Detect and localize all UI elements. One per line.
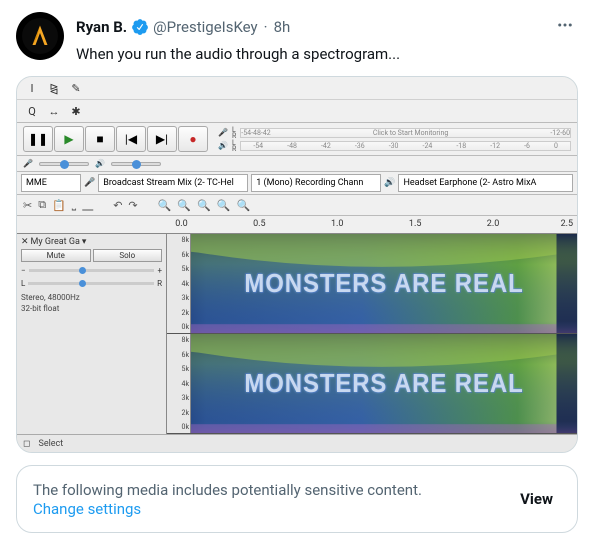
tweet-container: Ryan B. @PrestigeIsKey · 8h When you run… xyxy=(0,0,594,545)
track-bitdepth-label: 32-bit float xyxy=(21,303,162,314)
mic-icon[interactable]: 🎤 xyxy=(218,128,228,137)
paste-icon[interactable]: 📋 xyxy=(52,199,66,212)
zoom-fit-icon[interactable]: 🔍 xyxy=(217,199,231,212)
envelope-tool-icon[interactable]: ⧎ xyxy=(45,80,63,96)
speaker-icon-2: 🔊 xyxy=(95,159,105,168)
status-bar: ◻ Select xyxy=(17,434,577,452)
skip-end-button[interactable]: ▶| xyxy=(147,126,177,152)
zoom-tool-icon[interactable]: Q xyxy=(23,103,41,119)
display-name[interactable]: Ryan B. xyxy=(76,18,127,36)
track-menu-icon[interactable]: ▾ xyxy=(82,237,87,247)
track-name[interactable]: My Great Ga xyxy=(31,237,80,247)
handle[interactable]: @PrestigeIsKey xyxy=(153,18,258,36)
record-button[interactable]: ● xyxy=(178,126,208,152)
track-area: ✕ My Great Ga ▾ Mute Solo − + L xyxy=(17,234,577,434)
play-button[interactable]: ▶ xyxy=(54,126,84,152)
transport-toolbar: ❚❚ ▶ ■ |◀ ▶| ● 🎤 L R -54-48-42 Click to … xyxy=(17,123,577,156)
change-settings-link[interactable]: Change settings xyxy=(33,500,422,518)
close-track-icon[interactable]: ✕ xyxy=(21,237,29,247)
track-format-label: Stereo, 48000Hz xyxy=(21,292,162,303)
recording-device-dropdown[interactable]: Broadcast Stream Mix (2- TC-Hel xyxy=(98,174,248,192)
edit-toolbar: ✂ ⧉ 📋 ⎵ ⎽ ↶ ↷ 🔍 🔍 🔍 🔍 🔍 xyxy=(17,195,577,216)
spectrogram-right-channel[interactable]: 8k6k5k4k3k2k0k MONSTERS ARE REAL xyxy=(167,334,577,434)
tweet-header: Ryan B. @PrestigeIsKey · 8h When you run… xyxy=(16,12,578,64)
recording-meter[interactable]: -54-48-42 Click to Start Monitoring -12-… xyxy=(240,128,571,138)
playback-volume-slider[interactable] xyxy=(111,162,161,166)
header-main: Ryan B. @PrestigeIsKey · 8h When you run… xyxy=(76,12,578,64)
timestamp[interactable]: 8h xyxy=(274,18,291,36)
selection-tool-icon[interactable]: I xyxy=(23,80,41,96)
zoom-out-icon[interactable]: 🔍 xyxy=(177,199,191,212)
zoom-in-icon[interactable]: 🔍 xyxy=(158,199,172,212)
avatar[interactable] xyxy=(16,12,64,60)
track-control-panel[interactable]: ✕ My Great Ga ▾ Mute Solo − + L xyxy=(17,234,167,434)
audio-host-dropdown[interactable]: MME xyxy=(21,174,81,192)
speaker-icon[interactable]: 🔊 xyxy=(218,141,228,150)
snap-checkbox[interactable]: ◻ xyxy=(23,439,30,449)
draw-tool-icon[interactable]: ✎ xyxy=(67,80,85,96)
playback-meter[interactable]: -54-48-42-36-30-24-18-12-60 xyxy=(240,141,571,151)
mic-icon-3: 🎤 xyxy=(84,178,95,188)
lr-label-2: L R xyxy=(232,140,236,152)
verified-badge-icon xyxy=(131,18,149,36)
zoom-toggle-icon[interactable]: 🔍 xyxy=(236,199,250,212)
audacity-window: I ⧎ ✎ Q ↔ ✱ ❚❚ ▶ ■ |◀ ▶| ● xyxy=(17,77,577,452)
cut-icon[interactable]: ✂ xyxy=(23,199,32,212)
transport-controls: ❚❚ ▶ ■ |◀ ▶| ● xyxy=(23,126,208,152)
zoom-selection-icon[interactable]: 🔍 xyxy=(197,199,211,212)
pause-button[interactable]: ❚❚ xyxy=(23,126,53,152)
mixer-toolbar: 🎤 🔊 xyxy=(17,156,577,172)
frequency-scale-left: 8k6k5k4k3k2k0k xyxy=(167,234,191,333)
recording-volume-slider[interactable] xyxy=(39,162,89,166)
sensitive-content-warning: The following media includes potentially… xyxy=(16,465,578,533)
frequency-scale-right: 8k6k5k4k3k2k0k xyxy=(167,334,191,433)
device-toolbar: MME 🎤 Broadcast Stream Mix (2- TC-Hel 1 … xyxy=(17,172,577,195)
gain-slider[interactable] xyxy=(29,269,155,272)
solo-button[interactable]: Solo xyxy=(93,249,163,262)
stop-button[interactable]: ■ xyxy=(85,126,115,152)
separator: · xyxy=(262,18,270,36)
redo-icon[interactable]: ↷ xyxy=(128,199,137,212)
lr-label: L R xyxy=(232,127,236,139)
playback-device-dropdown[interactable]: Headset Earphone (2- Astro MixA xyxy=(398,174,573,192)
copy-icon[interactable]: ⧉ xyxy=(38,198,46,212)
select-label: Select xyxy=(38,439,63,449)
multi-tool-icon[interactable]: ✱ xyxy=(67,103,85,119)
timeshift-tool-icon[interactable]: ↔ xyxy=(45,103,63,119)
spectrogram-hidden-text: MONSTERS ARE REAL xyxy=(206,234,561,333)
warning-message: The following media includes potentially… xyxy=(33,480,422,500)
spectrogram-hidden-text-2: MONSTERS ARE REAL xyxy=(206,334,561,433)
view-button[interactable]: View xyxy=(512,490,561,508)
mute-button[interactable]: Mute xyxy=(21,249,91,262)
more-options-button[interactable] xyxy=(552,12,578,42)
meters: 🎤 L R -54-48-42 Click to Start Monitorin… xyxy=(218,126,571,152)
trim-icon[interactable]: ⎵ xyxy=(72,198,76,212)
tweet-text: When you run the audio through a spectro… xyxy=(76,44,578,64)
pan-slider[interactable] xyxy=(28,282,154,285)
tools-toolbar: I ⧎ ✎ xyxy=(17,77,577,100)
timeline-ruler[interactable]: 0.0 0.5 1.0 1.5 2.0 2.5 xyxy=(17,216,577,234)
speaker-icon-3: 🔊 xyxy=(384,178,395,188)
media-attachment[interactable]: I ⧎ ✎ Q ↔ ✱ ❚❚ ▶ ■ |◀ ▶| ● xyxy=(16,76,578,453)
silence-icon[interactable]: ⎽ xyxy=(82,198,93,212)
spectrogram-left-channel[interactable]: 8k6k5k4k3k2k0k MONSTERS ARE REAL xyxy=(167,234,577,334)
skip-start-button[interactable]: |◀ xyxy=(116,126,146,152)
recording-channels-dropdown[interactable]: 1 (Mono) Recording Chann xyxy=(251,174,381,192)
mic-icon-2: 🎤 xyxy=(23,159,33,168)
name-row: Ryan B. @PrestigeIsKey · 8h xyxy=(76,12,578,42)
tools-toolbar-2: Q ↔ ✱ xyxy=(17,100,577,123)
undo-icon[interactable]: ↶ xyxy=(113,199,122,212)
spectrogram-channels: 8k6k5k4k3k2k0k MONSTERS ARE REAL xyxy=(167,234,577,434)
